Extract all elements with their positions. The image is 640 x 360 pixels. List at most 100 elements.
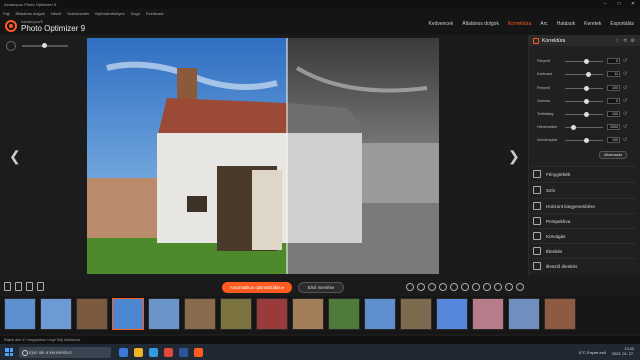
windows-start-icon[interactable] [5,348,13,356]
slider-knob[interactable] [584,111,589,117]
tab-correction[interactable]: Korrektúra [508,21,531,27]
tool-color[interactable]: Szín [531,182,636,197]
thumbnail[interactable] [292,298,324,330]
rotate-right-icon[interactable] [450,283,458,291]
thumbnail[interactable] [184,298,216,330]
slider-knob[interactable] [571,124,576,130]
tool-perspective[interactable]: Perspektíva [531,213,636,228]
menu-view[interactable]: Nézet [51,11,61,16]
tool-sharpen[interactable]: Élesítés [531,243,636,258]
reset-icon[interactable]: ↺ [623,111,627,117]
tool-curves[interactable]: Fénygörbék [531,166,636,181]
slider-value[interactable]: 100 [607,85,620,91]
slider-value[interactable]: 100 [607,111,620,117]
slider-value[interactable]: 11 [607,71,620,77]
crop-tool-icon[interactable] [472,283,480,291]
maximize-icon[interactable]: □ [612,0,626,9]
thumbnail[interactable] [112,298,144,330]
slider-knob[interactable] [586,71,591,77]
redo-icon[interactable] [428,283,436,291]
tab-favorites[interactable]: Kedvencek [429,21,454,27]
face-icon[interactable] [505,283,513,291]
close-icon[interactable]: ✕ [626,0,640,9]
sun-icon[interactable] [516,283,524,291]
reset-icon[interactable]: ↺ [623,58,627,64]
menu-file[interactable]: Fájl [3,11,9,16]
menu-misc[interactable]: Mythodrarhelyes [95,11,125,16]
slider-knob[interactable] [584,98,589,104]
edge-icon[interactable] [149,347,158,357]
save-icon[interactable] [26,282,33,291]
slider-value[interactable]: 0 [607,98,620,104]
menu-general[interactable]: Általános dolgok [15,11,44,16]
next-image-icon[interactable]: ❯ [508,148,520,165]
panel-header-buttons[interactable]: ☆ ⟲ ⚙ [615,38,636,44]
rotate-left-icon[interactable] [439,283,447,291]
previous-image-icon[interactable]: ❮ [9,148,21,165]
file-explorer-icon[interactable] [134,347,143,357]
slider-knob[interactable] [584,137,589,143]
auto-optimize-button[interactable]: Automatikus optimalizálás ▸ [222,282,292,293]
slider-track[interactable] [565,58,603,64]
taskbar-search[interactable]: Írjon ide a kereséshez [19,346,111,358]
slider-track[interactable] [565,71,603,77]
minimize-icon[interactable]: – [598,0,612,9]
zoom-icon[interactable] [6,41,16,51]
settings-icon[interactable] [483,283,491,291]
reset-icon[interactable]: ↺ [623,137,627,143]
photo-preview[interactable] [87,38,439,274]
thumbnail[interactable] [400,298,432,330]
flip-icon[interactable] [461,283,469,291]
slider-track[interactable] [565,124,603,130]
thumbnail[interactable] [472,298,504,330]
menu-help[interactable]: Súgó [131,11,140,16]
menu-edit[interactable]: Szerkesztés [67,11,89,16]
chrome-icon[interactable] [164,347,173,357]
tool-adaptive-sharpen[interactable]: Illesztő élesítés [531,258,636,273]
folder-icon[interactable] [15,282,22,291]
tab-effects[interactable]: Hatások [557,21,575,27]
reset-icon[interactable]: ↺ [623,71,627,77]
thumbnail[interactable] [544,298,576,330]
thumbnail[interactable] [256,298,288,330]
slider-track[interactable] [565,137,603,143]
slider-track[interactable] [565,85,603,91]
thumbnail[interactable] [436,298,468,330]
reset-button[interactable]: Első mentése [298,282,344,293]
tab-export[interactable]: Exportálás [610,21,634,27]
weather[interactable]: 6°C Enyhe eső [579,350,606,355]
thumbnail[interactable] [220,298,252,330]
reset-icon[interactable]: ↺ [623,124,627,130]
slider-track[interactable] [565,111,603,117]
reset-icon[interactable]: ↺ [623,98,627,104]
open-file-icon[interactable] [4,282,11,291]
reset-icon[interactable]: ↺ [623,85,627,91]
word-icon[interactable] [179,347,188,357]
thumbnail[interactable] [40,298,72,330]
slider-knob[interactable] [584,85,589,91]
slider-value[interactable]: 0 [607,58,620,64]
thumbnail[interactable] [364,298,396,330]
thumbnail[interactable] [148,298,180,330]
tool-crop[interactable]: Körvágás [531,228,636,243]
thumbnail[interactable] [4,298,36,330]
compare-icon[interactable] [494,283,502,291]
tab-frames[interactable]: Keretek [584,21,601,27]
slider-value[interactable]: 100 [607,137,620,143]
tab-general[interactable]: Általános dolgok [462,21,499,27]
thumbnail[interactable] [328,298,360,330]
tool-horizon[interactable]: Horizont kiegyenesítése [531,198,636,213]
zoom-icon[interactable] [406,283,414,291]
zoom-slider-knob[interactable] [42,43,47,48]
photo-optimizer-icon[interactable] [194,347,203,357]
thumbnail[interactable] [508,298,540,330]
slider-value[interactable]: 2500 [607,124,620,130]
menu-feedback[interactable]: Feedback [146,11,164,16]
slider-knob[interactable] [584,58,589,64]
tab-face[interactable]: Arc [540,21,548,27]
slider-track[interactable] [565,98,603,104]
task-view-icon[interactable] [119,347,128,357]
apply-button[interactable]: Alkalmazás [599,151,627,159]
brush-icon[interactable] [37,282,44,291]
thumbnail[interactable] [76,298,108,330]
